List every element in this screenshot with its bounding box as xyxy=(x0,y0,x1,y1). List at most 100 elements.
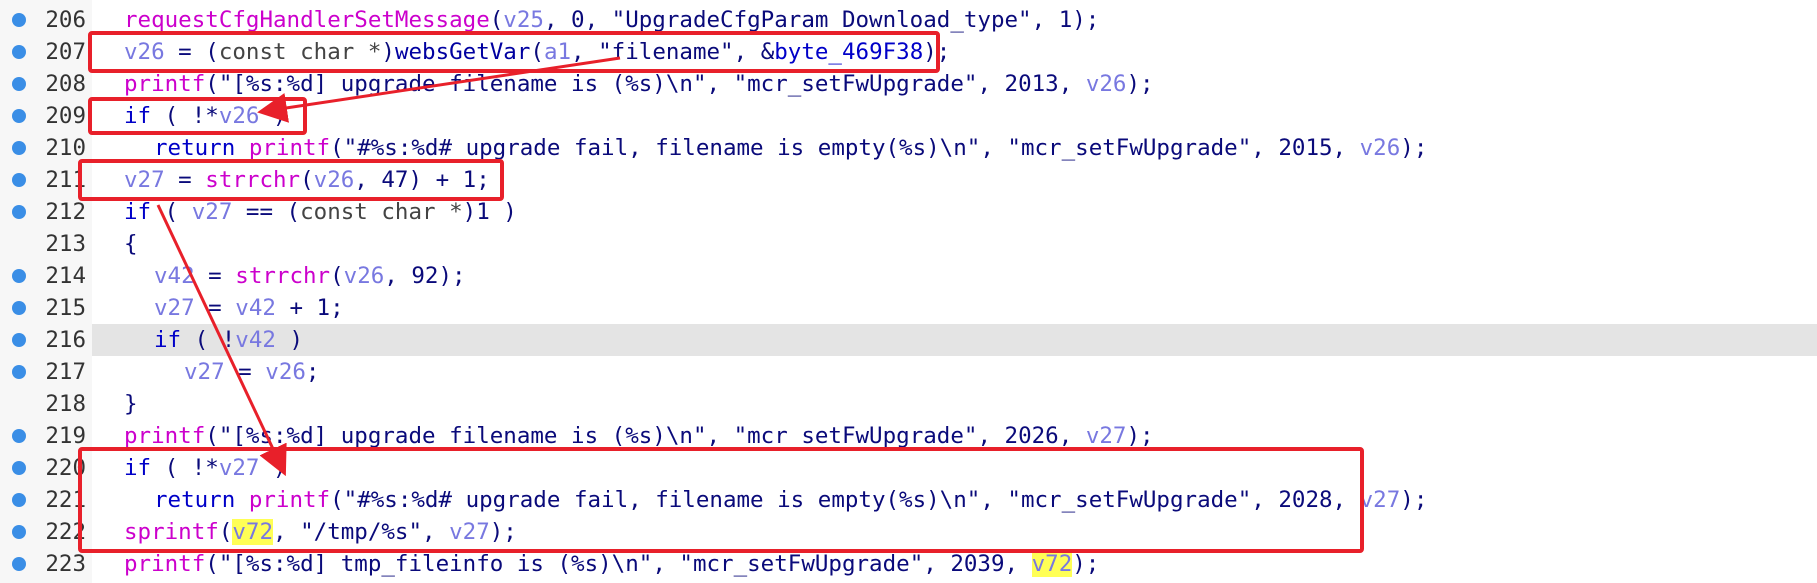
code-text: v27 = v26; xyxy=(184,356,319,388)
line-number: 207 xyxy=(45,39,86,65)
code-line-218[interactable]: 218} xyxy=(0,388,1817,420)
code-token: "mcr_setFwUpgrade" xyxy=(733,71,978,97)
code-line-219[interactable]: 219 printf("[%s:%d] upgrade filename is (… xyxy=(0,420,1817,452)
breakpoint-dot-icon[interactable] xyxy=(12,493,26,507)
breakpoint-dot-icon[interactable] xyxy=(12,557,26,571)
line-number: 214 xyxy=(45,263,86,289)
breakpoint-dot-icon[interactable] xyxy=(12,141,26,155)
code-token: { xyxy=(124,231,138,257)
code-token: = xyxy=(194,263,236,289)
code-line-220[interactable]: 220 if ( !*v27 ) xyxy=(0,452,1817,484)
code-token: = xyxy=(164,167,206,193)
code-text: v27 = v42 + 1; xyxy=(154,292,344,324)
code-token: = xyxy=(194,295,236,321)
code-line-214[interactable]: 214 v42 = strrchr(v26, 92); xyxy=(0,260,1817,292)
breakpoint-dot-icon[interactable] xyxy=(12,301,26,315)
breakpoint-dot-icon[interactable] xyxy=(12,173,26,187)
code-text: v42 = strrchr(v26, 92); xyxy=(154,260,466,292)
code-token: v26 xyxy=(1359,135,1401,161)
breakpoint-dot-icon[interactable] xyxy=(12,45,26,59)
code-token: ); xyxy=(489,519,517,545)
line-number: 211 xyxy=(45,167,86,193)
breakpoint-dot-icon[interactable] xyxy=(12,365,26,379)
code-token: ( !* xyxy=(151,455,219,481)
code-token: v26 xyxy=(218,103,260,129)
breakpoint-dot-icon[interactable] xyxy=(12,461,26,475)
code-token: , 2013, xyxy=(977,71,1086,97)
code-token: , xyxy=(422,519,450,545)
code-token: , xyxy=(706,423,734,449)
code-token: ( xyxy=(205,71,219,97)
code-token: , 1); xyxy=(1031,7,1100,33)
line-number: 223 xyxy=(45,551,86,577)
code-line-207[interactable]: 207 v26 = (const char *)websGetVar(a1, "f… xyxy=(0,36,1817,68)
line-number: 216 xyxy=(45,327,86,353)
line-number: 210 xyxy=(45,135,86,161)
code-token: printf xyxy=(124,551,206,577)
line-number: 217 xyxy=(45,359,86,385)
code-line-209[interactable]: 209 if ( !*v26 ) xyxy=(0,100,1817,132)
code-token: ( xyxy=(205,423,219,449)
code-token: return xyxy=(154,135,236,161)
code-line-208[interactable]: 208 printf("[%s:%d] upgrade filename is (… xyxy=(0,68,1817,100)
code-token: v42 xyxy=(235,327,276,353)
code-token: ) xyxy=(259,455,287,481)
line-number: 218 xyxy=(45,391,86,417)
code-line-206[interactable]: 206 requestCfgHandlerSetMessage(v25, 0, "… xyxy=(0,4,1817,36)
code-text: sprintf(v72, "/tmp/%s", v27); xyxy=(124,516,517,548)
line-number: 213 xyxy=(45,231,86,257)
code-token: "/tmp/%s" xyxy=(300,519,423,545)
code-token: , xyxy=(980,487,1008,513)
code-token: if xyxy=(154,327,182,353)
line-number: 222 xyxy=(45,519,86,545)
code-line-221[interactable]: 221 return printf("#%s:%d# upgrade fail, … xyxy=(0,484,1817,516)
code-text: return printf("#%s:%d# upgrade fail, fil… xyxy=(154,484,1427,516)
code-token: sprintf xyxy=(124,519,219,545)
code-token: ( xyxy=(330,263,344,289)
pseudocode-editor[interactable]: 206 requestCfgHandlerSetMessage(v25, 0, "… xyxy=(0,0,1817,583)
code-token: ( xyxy=(330,135,344,161)
code-token: ( xyxy=(489,7,504,33)
breakpoint-dot-icon[interactable] xyxy=(12,109,26,123)
code-token: printf xyxy=(124,423,206,449)
code-token: ) xyxy=(275,327,304,353)
breakpoint-dot-icon[interactable] xyxy=(12,333,26,347)
breakpoint-dot-icon[interactable] xyxy=(12,269,26,283)
breakpoint-dot-icon[interactable] xyxy=(12,77,26,91)
breakpoint-dot-icon[interactable] xyxy=(12,13,26,27)
code-token: , 2028, xyxy=(1251,487,1360,513)
code-token: "[%s:%d] upgrade filename is (%s)\n" xyxy=(218,71,707,97)
code-token: websGetVar xyxy=(394,39,531,65)
code-text: if ( !v42 ) xyxy=(154,324,303,356)
code-token: strrchr xyxy=(205,167,301,193)
code-token: ( !* xyxy=(151,103,219,129)
code-token: v42 xyxy=(235,295,276,321)
code-token: , 47) + 1; xyxy=(354,167,490,193)
breakpoint-dot-icon[interactable] xyxy=(12,525,26,539)
code-line-212[interactable]: 212 if ( v27 == (const char *)1 ) xyxy=(0,196,1817,228)
code-text: if ( v27 == (const char *)1 ) xyxy=(124,196,517,228)
breakpoint-dot-icon[interactable] xyxy=(12,205,26,219)
code-token: , xyxy=(980,135,1008,161)
code-token: printf xyxy=(248,487,331,513)
code-token: ); xyxy=(923,39,951,65)
code-line-213[interactable]: 213 { xyxy=(0,228,1817,260)
code-token: ( xyxy=(300,167,314,193)
code-line-223[interactable]: 223 printf("[%s:%d] tmp_fileinfo is (%s)\… xyxy=(0,548,1817,580)
code-line-216[interactable]: 216 if ( !v42 ) xyxy=(0,324,1817,356)
code-line-211[interactable]: 211 v27 = strrchr(v26, 47) + 1; xyxy=(0,164,1817,196)
code-line-222[interactable]: 222 sprintf(v72, "/tmp/%s", v27); xyxy=(0,516,1817,548)
breakpoint-dot-icon[interactable] xyxy=(12,429,26,443)
code-line-215[interactable]: 215 v27 = v42 + 1; xyxy=(0,292,1817,324)
line-number: 206 xyxy=(45,7,86,33)
code-token: "[%s:%d] tmp_fileinfo is (%s)\n" xyxy=(218,551,653,577)
code-line-217[interactable]: 217 v27 = v26; xyxy=(0,356,1817,388)
line-number: 220 xyxy=(45,455,86,481)
code-token: "mcr_setFwUpgrade" xyxy=(679,551,924,577)
line-number: 209 xyxy=(45,103,86,129)
code-token: v72 xyxy=(232,519,274,545)
code-token: v27 xyxy=(124,167,165,193)
code-token: byte_469F38 xyxy=(774,39,924,65)
code-line-210[interactable]: 210 return printf("#%s:%d# upgrade fail, … xyxy=(0,132,1817,164)
